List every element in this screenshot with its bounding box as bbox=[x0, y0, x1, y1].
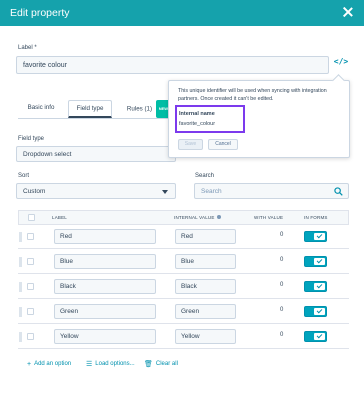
modal-header: Edit property bbox=[0, 0, 364, 26]
option-label-input[interactable]: Red bbox=[54, 229, 156, 244]
sort-label: Sort bbox=[18, 173, 30, 179]
popover-description: This unique identifier will be used when… bbox=[178, 88, 327, 102]
trash-icon: 🗑 bbox=[144, 361, 153, 368]
table-header: LABEL INTERNAL VALUE WITH VALUE IN FORMS bbox=[18, 210, 349, 225]
table-row: Green Green 0 bbox=[18, 300, 349, 324]
clear-all-button[interactable]: 🗑 Clear all bbox=[144, 359, 178, 369]
in-forms-toggle[interactable] bbox=[304, 306, 327, 317]
tab-basic-info[interactable]: Basic info bbox=[22, 100, 60, 118]
modal-title: Edit property bbox=[10, 7, 70, 19]
drag-handle-icon[interactable] bbox=[19, 332, 22, 342]
field-type-value: Dropdown select bbox=[23, 150, 72, 158]
internal-name-value[interactable]: favorite_colour bbox=[179, 121, 215, 127]
drag-handle-icon[interactable] bbox=[19, 257, 22, 267]
clear-all-label: Clear all bbox=[155, 361, 178, 367]
table-row: Yellow Yellow 0 bbox=[18, 325, 349, 349]
with-value-count: 0 bbox=[280, 307, 284, 313]
check-icon bbox=[314, 233, 325, 240]
chevron-down-icon bbox=[162, 190, 168, 194]
header-in-forms: IN FORMS bbox=[304, 215, 328, 220]
header-internal-value-text: INTERNAL VALUE bbox=[174, 215, 215, 220]
options-table: LABEL INTERNAL VALUE WITH VALUE IN FORMS… bbox=[18, 210, 349, 375]
cancel-button[interactable]: Cancel bbox=[208, 139, 238, 150]
tab-rules-label: Rules (1) bbox=[126, 105, 153, 113]
tabs-divider bbox=[18, 118, 170, 119]
with-value-count: 0 bbox=[280, 232, 284, 238]
in-forms-toggle[interactable] bbox=[304, 256, 327, 267]
label-field-label: Label * bbox=[18, 45, 37, 51]
drag-handle-icon[interactable] bbox=[19, 232, 22, 242]
in-forms-toggle[interactable] bbox=[304, 231, 327, 242]
label-input[interactable]: favorite colour bbox=[16, 56, 329, 74]
row-checkbox[interactable] bbox=[27, 258, 34, 265]
save-button[interactable]: Save bbox=[178, 139, 203, 150]
sort-value: Custom bbox=[23, 187, 46, 195]
drag-handle-icon[interactable] bbox=[19, 307, 22, 317]
in-forms-toggle[interactable] bbox=[304, 281, 327, 292]
with-value-count: 0 bbox=[280, 282, 284, 288]
sort-select[interactable]: Custom bbox=[16, 183, 176, 199]
header-with-value: WITH VALUE bbox=[254, 215, 284, 220]
option-internal-input[interactable]: Yellow bbox=[175, 329, 236, 344]
drag-handle-icon[interactable] bbox=[19, 282, 22, 292]
option-internal-input[interactable]: Red bbox=[175, 229, 236, 244]
internal-name-popover: This unique identifier will be used when… bbox=[168, 80, 350, 158]
with-value-count: 0 bbox=[280, 257, 284, 263]
field-type-select[interactable]: Dropdown select bbox=[16, 146, 176, 162]
table-row: Red Red 0 bbox=[18, 225, 349, 249]
select-all-checkbox[interactable] bbox=[28, 214, 35, 221]
check-icon bbox=[314, 283, 325, 290]
load-options-button[interactable]: ☰ Load options... bbox=[86, 359, 135, 369]
search-label: Search bbox=[195, 173, 215, 179]
internal-name-label: Internal name bbox=[179, 111, 215, 117]
table-row: Black Black 0 bbox=[18, 275, 349, 299]
option-internal-input[interactable]: Blue bbox=[175, 254, 236, 269]
option-label-input[interactable]: Yellow bbox=[54, 329, 156, 344]
check-icon bbox=[314, 308, 325, 315]
close-icon[interactable] bbox=[343, 7, 353, 17]
option-internal-input[interactable]: Black bbox=[175, 279, 236, 294]
search-input[interactable]: Search bbox=[194, 183, 349, 199]
check-icon bbox=[314, 333, 325, 340]
add-option-label: Add an option bbox=[34, 361, 72, 367]
highlight-box bbox=[175, 105, 245, 133]
with-value-count: 0 bbox=[280, 332, 284, 338]
row-checkbox[interactable] bbox=[27, 233, 34, 240]
list-icon: ☰ bbox=[86, 361, 93, 368]
code-icon[interactable]: </> bbox=[333, 57, 349, 71]
option-label-input[interactable]: Blue bbox=[54, 254, 156, 269]
plus-icon: + bbox=[27, 360, 32, 368]
header-internal-value: INTERNAL VALUE bbox=[174, 215, 222, 220]
table-row: Blue Blue 0 bbox=[18, 250, 349, 274]
search-icon bbox=[334, 187, 343, 196]
row-checkbox[interactable] bbox=[27, 283, 34, 290]
row-checkbox[interactable] bbox=[27, 333, 34, 340]
add-option-button[interactable]: + Add an option bbox=[27, 359, 71, 369]
header-label: LABEL bbox=[52, 215, 68, 220]
field-type-label: Field type bbox=[18, 136, 45, 142]
info-icon bbox=[217, 215, 222, 219]
in-forms-toggle[interactable] bbox=[304, 331, 327, 342]
option-internal-input[interactable]: Green bbox=[175, 304, 236, 319]
check-icon bbox=[314, 258, 325, 265]
row-checkbox[interactable] bbox=[27, 308, 34, 315]
tab-field-type[interactable]: Field type bbox=[68, 100, 112, 118]
load-options-label: Load options... bbox=[95, 361, 135, 367]
search-placeholder: Search bbox=[201, 187, 222, 195]
option-label-input[interactable]: Green bbox=[54, 304, 156, 319]
option-label-input[interactable]: Black bbox=[54, 279, 156, 294]
